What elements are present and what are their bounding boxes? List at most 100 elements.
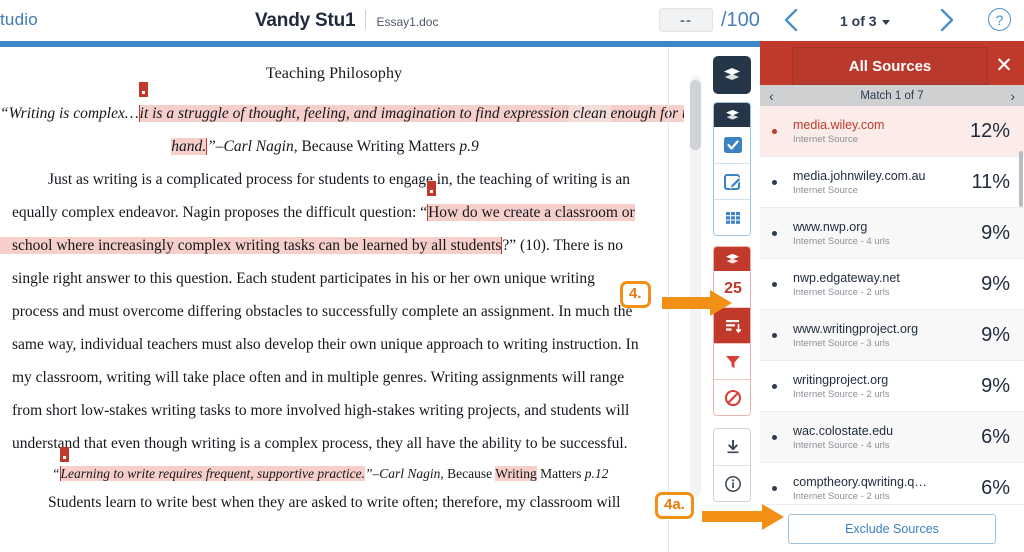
match-navigation-bar: ‹ Match 1 of 7 › bbox=[760, 85, 1024, 106]
callout-4: 4. bbox=[620, 281, 651, 308]
source-meta: Internet Source - 4 urls bbox=[793, 440, 973, 451]
quote2-tail: , Because bbox=[440, 466, 495, 481]
source-meta: Internet Source - 2 urls bbox=[793, 287, 973, 298]
paragraph-1-line-9: understand that even though writing is a… bbox=[0, 427, 668, 460]
next-match-button[interactable]: › bbox=[1010, 88, 1015, 104]
toolbar-red-group-header[interactable] bbox=[714, 247, 750, 271]
source-meta: Internet Source - 2 urls bbox=[793, 491, 973, 502]
para1-l2-highlight[interactable]: How do we create a classroom or bbox=[427, 204, 635, 221]
question-mark-icon: ? bbox=[996, 12, 1004, 28]
toolbar-grademark-button[interactable] bbox=[714, 127, 751, 163]
checkmark-square-icon bbox=[722, 135, 744, 155]
source-percentage: 6% bbox=[981, 477, 1010, 500]
match-marker-badge[interactable] bbox=[427, 181, 436, 196]
sources-panel-header: All Sources ✕ bbox=[760, 47, 1024, 85]
quote2-open: “ bbox=[52, 466, 60, 481]
grade-score-box[interactable]: -- bbox=[659, 8, 713, 32]
toolbar-gray-group bbox=[713, 428, 751, 502]
previous-match-button[interactable]: ‹ bbox=[769, 88, 774, 104]
paragraph-1-line-1: Just as writing is a complicated process… bbox=[0, 163, 668, 196]
source-name: www.writingproject.org bbox=[793, 322, 973, 336]
quote1-plain-open: “Writing is complex… bbox=[0, 105, 139, 122]
info-circle-icon bbox=[723, 474, 743, 494]
source-name: wac.colostate.edu bbox=[793, 424, 973, 438]
source-percentage: 9% bbox=[981, 324, 1010, 347]
side-toolbar: 25 bbox=[713, 56, 751, 502]
sources-list: media.wiley.comInternet Source12%media.j… bbox=[760, 106, 1024, 514]
quote1-line2-highlight[interactable]: hand. bbox=[171, 138, 207, 155]
sources-panel-scrollbar[interactable] bbox=[1019, 151, 1023, 207]
source-meta: Internet Source - 2 urls bbox=[793, 389, 973, 400]
toolbar-exclude-button[interactable] bbox=[714, 379, 751, 415]
toolbar-layers-toggle[interactable] bbox=[713, 56, 751, 94]
chevron-left-icon bbox=[782, 6, 800, 34]
app-header: tudio Vandy Stu1 Essay1.doc -- /100 1 of… bbox=[0, 0, 1024, 40]
document-scrollbar-thumb[interactable] bbox=[690, 80, 701, 150]
close-panel-button[interactable]: ✕ bbox=[994, 56, 1014, 76]
callout-4a: 4a. bbox=[655, 492, 694, 519]
source-percentage: 9% bbox=[981, 273, 1010, 296]
match-marker-badge[interactable] bbox=[139, 82, 148, 97]
match-marker-badge[interactable] bbox=[60, 447, 69, 462]
toolbar-rubric-button[interactable] bbox=[714, 199, 751, 235]
toolbar-filter-button[interactable] bbox=[714, 343, 751, 379]
source-row[interactable]: media.wiley.comInternet Source12% bbox=[760, 106, 1024, 157]
paragraph-2-line-1: Students learn to write best when they a… bbox=[0, 488, 668, 518]
source-meta: Internet Source bbox=[793, 185, 963, 196]
quote1-mid: clean bbox=[569, 105, 610, 122]
paragraph-1-line-7: my classroom, writing will take place of… bbox=[0, 361, 668, 394]
source-row[interactable]: nwp.edgateway.net Internet Source - 2 url… bbox=[760, 259, 1024, 310]
previous-paper-button[interactable] bbox=[782, 6, 800, 39]
student-name: Vandy Stu1 bbox=[255, 10, 355, 32]
quote2-highlight-2[interactable]: Writing bbox=[495, 466, 536, 481]
source-row[interactable]: www.writingproject.org Internet Source - … bbox=[760, 310, 1024, 361]
chevron-right-icon bbox=[938, 6, 956, 34]
source-percentage: 9% bbox=[981, 375, 1010, 398]
download-icon bbox=[723, 437, 743, 457]
source-row[interactable]: www.nwp.orgInternet Source - 4 urls9% bbox=[760, 208, 1024, 259]
quote2-highlight[interactable]: Learning to write requires frequent, sup… bbox=[60, 466, 365, 481]
source-row[interactable]: wac.colostate.edu Internet Source - 4 url… bbox=[760, 412, 1024, 463]
toolbar-red-group: 25 bbox=[713, 246, 751, 416]
para1-l3-highlight[interactable]: school where increasingly complex writin… bbox=[0, 237, 502, 254]
source-meta: Internet Source bbox=[793, 134, 962, 145]
grade-score-total: /100 bbox=[721, 9, 760, 32]
source-bullet-icon bbox=[772, 129, 777, 134]
layers-icon bbox=[723, 67, 741, 83]
close-icon: ✕ bbox=[995, 54, 1013, 77]
para1-l2-pre: equally complex endeavor. Nagin proposes… bbox=[12, 204, 427, 221]
paragraph-1-line-5: process and must overcome differing obst… bbox=[0, 295, 668, 328]
paragraph-1-line-3: school where increasingly complex writin… bbox=[0, 229, 668, 262]
exclude-sources-button[interactable]: Exclude Sources bbox=[788, 514, 996, 544]
all-sources-tab[interactable]: All Sources bbox=[792, 47, 988, 85]
layers-icon bbox=[725, 109, 740, 122]
source-info: www.nwp.orgInternet Source - 4 urls bbox=[793, 220, 973, 247]
source-bullet-icon bbox=[772, 282, 777, 287]
paper-page-indicator[interactable]: 1 of 3 bbox=[840, 13, 890, 29]
quote1-highlight-a[interactable]: it is a struggle of thought, feeling, an… bbox=[139, 105, 570, 122]
source-meta: Internet Source - 4 urls bbox=[793, 236, 973, 247]
source-info: media.johnwiley.com.auInternet Source bbox=[793, 169, 963, 196]
toolbar-blue-group-header[interactable] bbox=[714, 103, 750, 127]
source-percentage: 6% bbox=[981, 426, 1010, 449]
toolbar-download-button[interactable] bbox=[714, 429, 751, 465]
document-page: Teaching Philosophy “Writing is complex…… bbox=[0, 47, 668, 552]
paper-page-label: 1 of 3 bbox=[840, 13, 877, 29]
grid-square-icon bbox=[723, 209, 743, 227]
toolbar-info-button[interactable] bbox=[714, 465, 751, 501]
quote1-line2-page: p.9 bbox=[459, 138, 478, 155]
help-button[interactable]: ? bbox=[988, 8, 1011, 31]
source-meta: Internet Source - 3 urls bbox=[793, 338, 973, 349]
source-name: nwp.edgateway.net bbox=[793, 271, 973, 285]
document-quote-line-1: “Writing is complex…it is a struggle of … bbox=[0, 97, 668, 130]
source-row[interactable]: writingproject.orgInternet Source - 2 ur… bbox=[760, 361, 1024, 412]
brand-logo-text[interactable]: tudio bbox=[0, 10, 38, 30]
document-quote-line-2: hand.”–Carl Nagin, Because Writing Matte… bbox=[0, 130, 668, 163]
title-divider bbox=[365, 10, 366, 29]
source-bullet-icon bbox=[772, 435, 777, 440]
source-row[interactable]: media.johnwiley.com.auInternet Source11% bbox=[760, 157, 1024, 208]
toolbar-etherpad-button[interactable] bbox=[714, 163, 751, 199]
source-bullet-icon bbox=[772, 486, 777, 491]
next-paper-button[interactable] bbox=[938, 6, 956, 39]
quote1-highlight-b[interactable]: enough for the task at bbox=[611, 105, 684, 122]
